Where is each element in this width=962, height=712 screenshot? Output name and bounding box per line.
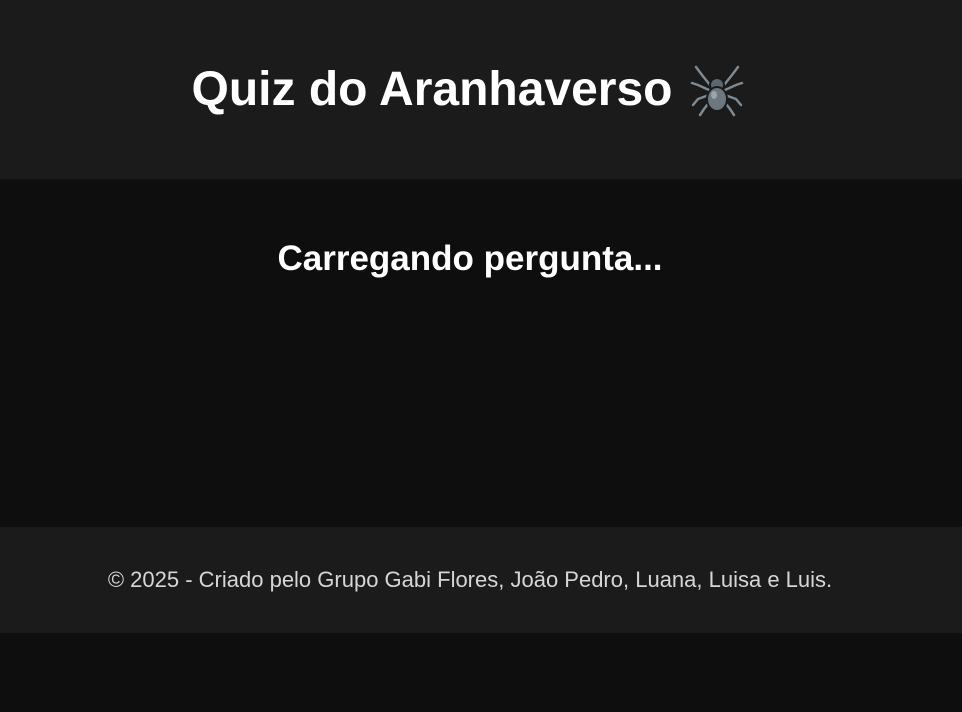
page-header: Quiz do Aranhaverso	[0, 0, 962, 179]
spider-icon	[689, 63, 745, 117]
loading-question-text: Carregando pergunta...	[277, 239, 663, 278]
page-footer: © 2025 - Criado pelo Grupo Gabi Flores, …	[0, 527, 962, 633]
quiz-area: Carregando pergunta...	[0, 179, 962, 527]
page-bottom-space	[0, 633, 962, 712]
header-title-group: Quiz do Aranhaverso	[192, 62, 745, 117]
footer-credits: © 2025 - Criado pelo Grupo Gabi Flores, …	[107, 567, 833, 592]
page-title: Quiz do Aranhaverso	[191, 63, 673, 116]
